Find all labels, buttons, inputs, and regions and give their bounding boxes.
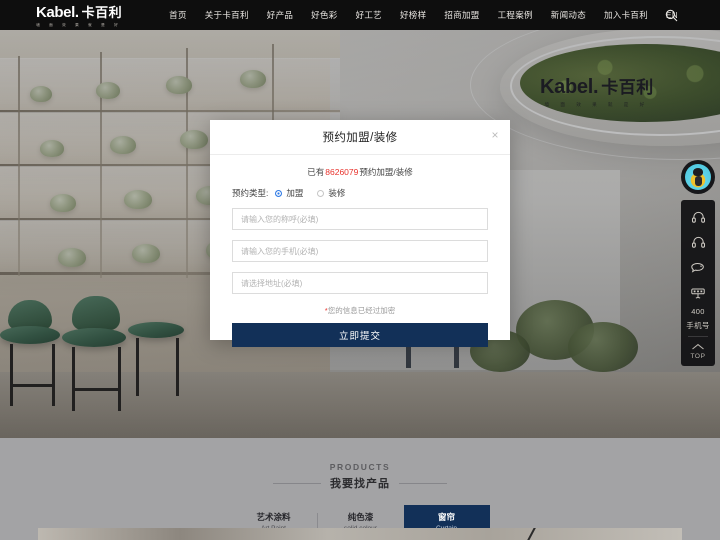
search-icon[interactable] bbox=[665, 9, 678, 22]
modal-header: 预约加盟/装修 × bbox=[210, 120, 510, 155]
nav-item-cases[interactable]: 工程案例 bbox=[489, 9, 542, 21]
phone-input[interactable] bbox=[232, 240, 488, 262]
headset-icon[interactable] bbox=[681, 205, 715, 230]
mobile-number-label[interactable]: 手机号 bbox=[681, 318, 715, 333]
products-section: PRODUCTS 我要找产品 艺术涂料 Art Paint 纯色漆 solid … bbox=[0, 438, 720, 540]
chevron-up-icon[interactable] bbox=[681, 340, 715, 353]
phone-number-label[interactable]: 400 bbox=[681, 305, 715, 318]
note-text: 您的信息已经过加密 bbox=[327, 306, 396, 315]
radio-dot-selected bbox=[275, 189, 283, 197]
nav-item-about[interactable]: 关于卡百利 bbox=[196, 9, 258, 21]
close-icon[interactable]: × bbox=[489, 129, 501, 141]
logo-text-cn: 卡百利 bbox=[81, 5, 123, 20]
back-to-top-label[interactable]: TOP bbox=[690, 353, 705, 362]
radio-option-renovation[interactable]: 装修 bbox=[317, 187, 345, 199]
mascot-avatar-button[interactable] bbox=[681, 160, 715, 194]
logo-tagline: 墙 面 效 果 就 是 好 bbox=[36, 23, 122, 27]
appointment-type-row: 预约类型: 加盟 装修 bbox=[232, 187, 488, 199]
appointment-type-label: 预约类型: bbox=[232, 188, 269, 198]
main-menu: 首页 关于卡百利 好产品 好色彩 好工艺 好榜样 招商加盟 工程案例 新闻动态 … bbox=[160, 9, 687, 21]
page-root: Kabel. 卡百利 墙 面 效 果 就 是 好 Kabel. 卡百利 墙 面 … bbox=[0, 0, 720, 540]
appointment-modal: 预约加盟/装修 × 已有8626079预约加盟/装修 预约类型: 加盟 装修 请… bbox=[210, 120, 510, 347]
nav-item-franchise[interactable]: 招商加盟 bbox=[435, 9, 488, 21]
counter-prefix: 已有 bbox=[307, 167, 325, 177]
products-title-row: 我要找产品 bbox=[0, 475, 720, 491]
hero-logo-text-en: Kabel. bbox=[540, 76, 599, 98]
phone-icon[interactable] bbox=[681, 280, 715, 305]
nav-item-craft[interactable]: 好工艺 bbox=[347, 9, 391, 21]
nav-item-colors[interactable]: 好色彩 bbox=[302, 9, 346, 21]
side-contact-toolbar: 400 手机号 TOP bbox=[681, 200, 715, 366]
tab-label-cn: 艺术涂料 bbox=[256, 512, 291, 522]
modal-body: 已有8626079预约加盟/装修 预约类型: 加盟 装修 *您的信息已经过加密 bbox=[210, 155, 510, 347]
top-navigation-bar: Kabel. 卡百利 墙 面 效 果 就 是 好 首页 关于卡百利 好产品 好色… bbox=[0, 0, 720, 30]
booking-counter: 已有8626079预约加盟/装修 bbox=[232, 166, 488, 178]
site-logo[interactable]: Kabel. 卡百利 墙 面 效 果 就 是 好 bbox=[36, 2, 122, 28]
products-title-cn: 我要找产品 bbox=[330, 478, 390, 490]
hero-watermark-logo: Kabel. 卡百利 墙 面 效 果 就 是 好 bbox=[540, 73, 654, 108]
tab-label-cn: 纯色漆 bbox=[347, 512, 374, 522]
radio-label-renovation: 装修 bbox=[328, 188, 346, 198]
radio-option-franchise[interactable]: 加盟 bbox=[275, 187, 303, 199]
address-input[interactable] bbox=[232, 272, 488, 294]
counter-number: 8626079 bbox=[325, 167, 359, 177]
mascot-avatar bbox=[685, 164, 711, 190]
nav-item-home[interactable]: 首页 bbox=[160, 9, 196, 21]
nav-item-showcase[interactable]: 好榜样 bbox=[391, 9, 435, 21]
products-title-en: PRODUCTS bbox=[329, 462, 391, 472]
nav-item-join[interactable]: 加入卡百利 bbox=[595, 9, 657, 21]
hero-logo-text-cn: 卡百利 bbox=[601, 78, 654, 97]
content-image-strip bbox=[38, 528, 682, 540]
radio-dot-unselected bbox=[317, 189, 325, 197]
logo-text-en: Kabel. bbox=[36, 4, 79, 21]
nav-item-news[interactable]: 新闻动态 bbox=[542, 9, 595, 21]
toolbar-divider bbox=[688, 336, 708, 337]
headset-icon[interactable] bbox=[681, 230, 715, 255]
counter-suffix: 预约加盟/装修 bbox=[359, 167, 413, 177]
name-input[interactable] bbox=[232, 208, 488, 230]
radio-label-franchise: 加盟 bbox=[286, 188, 304, 198]
tab-label-cn: 窗帘 bbox=[437, 512, 455, 522]
nav-item-products[interactable]: 好产品 bbox=[258, 9, 302, 21]
submit-button[interactable]: 立即提交 bbox=[232, 323, 488, 347]
encryption-note: *您的信息已经过加密 bbox=[232, 305, 488, 316]
title-divider-left bbox=[273, 482, 321, 484]
modal-title: 预约加盟/装修 bbox=[322, 132, 398, 144]
chat-bubble-icon[interactable] bbox=[681, 255, 715, 280]
hero-logo-tagline: 墙 面 效 果 就 是 好 bbox=[544, 102, 650, 107]
title-divider-right bbox=[399, 482, 447, 484]
